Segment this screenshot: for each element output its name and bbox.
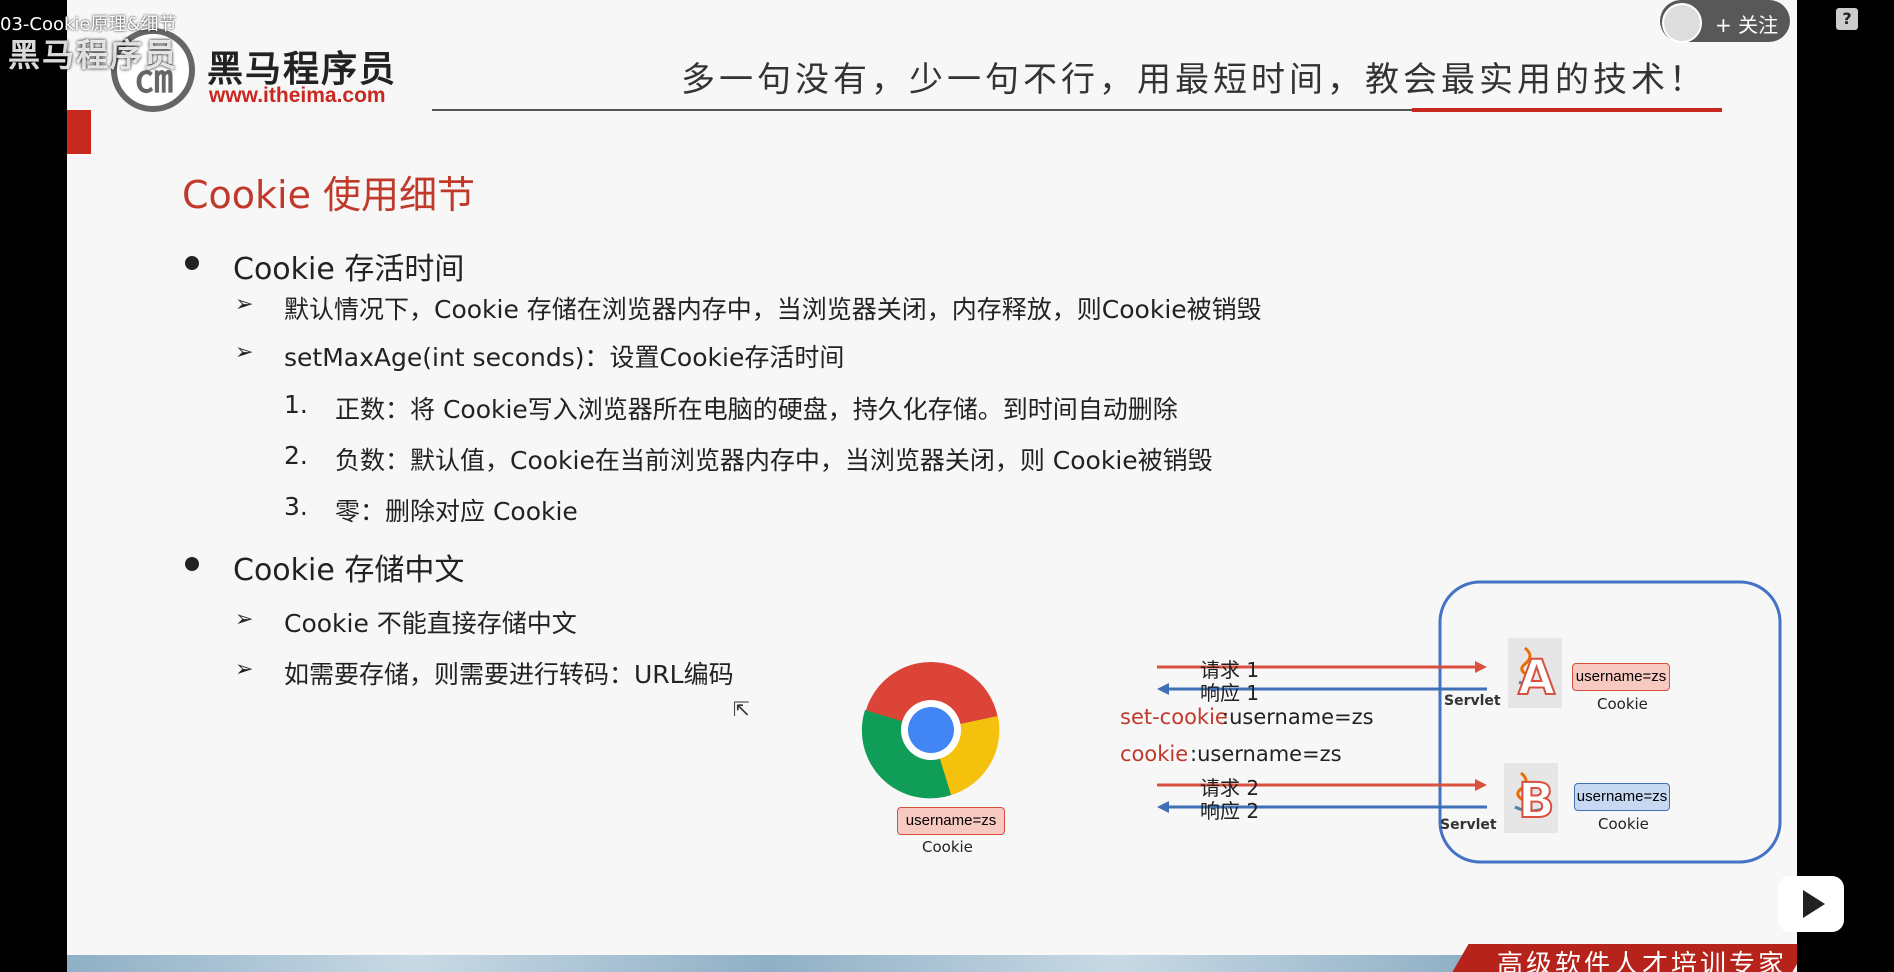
numbered-item: 负数：默认值，Cookie在当前浏览器内存中，当浏览器关闭，则 Cookie被销… xyxy=(335,446,1213,475)
list-item: 默认情况下，Cookie 存储在浏览器内存中，当浏览器关闭，内存释放，则Cook… xyxy=(284,295,1262,324)
footer-slogan: 高级软件人才培训专家 xyxy=(1497,950,1788,972)
header-divider-accent xyxy=(1412,108,1722,112)
server-b-letter: B xyxy=(1517,772,1556,830)
arrow-bullet-icon: ➢ xyxy=(235,340,254,365)
numbered-index: 3. xyxy=(284,492,308,521)
server-a-cookie-tag: username=zs xyxy=(1572,663,1670,691)
set-cookie-key: set-cookie xyxy=(1120,705,1228,729)
servlet-b-label: Servlet xyxy=(1440,817,1497,833)
red-accent-strip xyxy=(67,110,91,154)
response-2-label: 响应 2 xyxy=(1200,799,1260,823)
response-1-label: 响应 1 xyxy=(1200,681,1260,705)
slide-title: Cookie 使用细节 xyxy=(182,173,476,217)
list-item: setMaxAge(int seconds)：设置Cookie存活时间 xyxy=(284,343,845,372)
chrome-browser-icon xyxy=(861,662,1000,799)
play-button[interactable] xyxy=(1778,876,1844,932)
browser-cookie-tag: username=zs xyxy=(897,807,1005,835)
server-b-cookie-tag: username=zs xyxy=(1574,783,1670,811)
cookie-key: cookie xyxy=(1120,742,1189,766)
numbered-item: 零：删除对应 Cookie xyxy=(335,497,578,526)
help-icon[interactable]: ? xyxy=(1836,8,1858,30)
avatar[interactable] xyxy=(1662,3,1702,43)
tagline: 多一句没有，少一句不行，用最短时间，教会最实用的技术！ xyxy=(681,60,1707,100)
watermark-text: 黑马程序员 xyxy=(8,36,179,74)
logo-url: www.itheima.com xyxy=(209,84,386,107)
numbered-item: 正数：将 Cookie写入浏览器所在电脑的硬盘，持久化存储。到时间自动删除 xyxy=(335,395,1178,424)
list-item: Cookie 不能直接存储中文 xyxy=(284,609,577,638)
follow-label[interactable]: + 关注 xyxy=(1715,9,1778,38)
server-a-cookie-label: Cookie xyxy=(1597,695,1648,713)
server-a-letter: A xyxy=(1517,649,1556,707)
arrow-bullet-icon: ➢ xyxy=(235,657,254,682)
section-heading: Cookie 存储中文 xyxy=(233,553,465,588)
numbered-index: 1. xyxy=(284,390,308,419)
arrow-bullet-icon: ➢ xyxy=(235,292,254,317)
section-heading: Cookie 存活时间 xyxy=(233,252,465,287)
list-item: 如需要存储，则需要进行转码：URL编码 xyxy=(284,660,734,689)
browser-cookie-label: Cookie xyxy=(922,838,973,856)
footer-wave xyxy=(67,955,1467,972)
bullet-icon xyxy=(185,557,199,571)
bullet-icon xyxy=(185,256,199,270)
mouse-cursor-icon: ⇱ xyxy=(733,697,750,721)
cookie-value: :username=zs xyxy=(1190,742,1342,766)
play-icon xyxy=(1803,890,1825,918)
numbered-index: 2. xyxy=(284,441,308,470)
server-b-cookie-label: Cookie xyxy=(1598,815,1649,833)
servlet-a-label: Servlet xyxy=(1444,693,1501,709)
arrow-bullet-icon: ➢ xyxy=(235,607,254,632)
slide: ㎝ 黑马程序员 www.itheima.com 多一句没有，少一句不行，用最短时… xyxy=(67,0,1797,972)
set-cookie-value: :username=zs xyxy=(1222,705,1374,729)
